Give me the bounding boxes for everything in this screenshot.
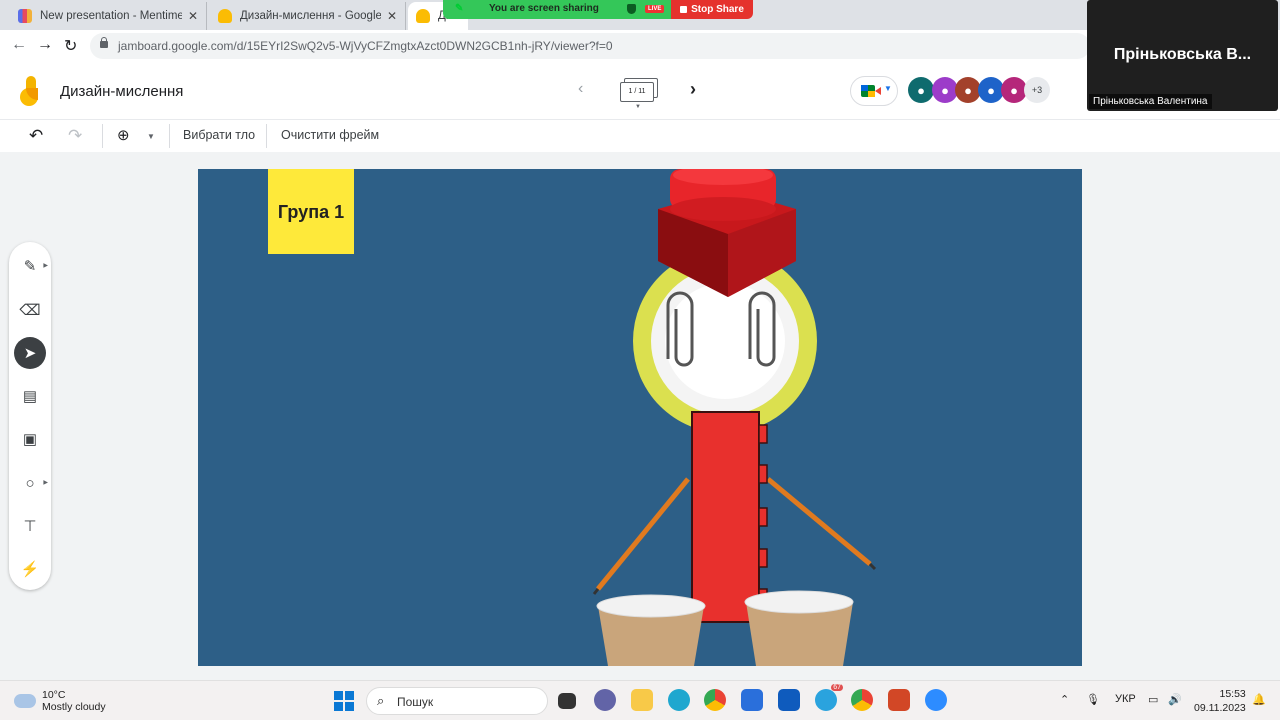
stop-icon (680, 6, 688, 13)
back-icon[interactable]: ← (11, 36, 27, 54)
next-frame-icon[interactable]: › (690, 79, 696, 100)
presenter-caption: Пріньковська Валентина (1089, 94, 1212, 109)
weather-description: Mostly cloudy (42, 701, 106, 713)
document-title[interactable]: Дизайн-мислення (60, 83, 183, 100)
powerpoint-icon[interactable] (888, 689, 910, 711)
paper-cup-left (596, 594, 706, 666)
paper-cup-right (744, 590, 854, 666)
pencil-left (596, 477, 690, 591)
mail-icon[interactable] (778, 689, 800, 711)
edge-icon[interactable] (668, 689, 690, 711)
presenter-video-tile[interactable]: Пріньковська В... Пріньковська Валентина (1087, 0, 1278, 111)
meet-button[interactable]: ▼ (850, 76, 898, 106)
frame-counter: 1 / 11 (620, 82, 654, 102)
tool-palette: ✎ ▶ ⌫ ➤ ▤ ▣ ○ ▶ ⊤ ⚡ (9, 242, 51, 590)
set-background-button[interactable]: Вибрати тло (183, 128, 255, 142)
chevron-down-icon[interactable]: ▼ (147, 132, 155, 141)
screen-share-banner: ✎ You are screen sharing LIVE Stop Share (443, 0, 753, 19)
weather-temperature: 10°C (42, 689, 66, 701)
task-view-icon[interactable] (558, 693, 576, 709)
presenter-name: Пріньковська В... (1113, 46, 1252, 63)
chrome-icon[interactable] (704, 689, 726, 711)
rhino-icon[interactable]: ● (908, 77, 934, 103)
chevron-down-icon: ▼ (635, 104, 641, 110)
pin-icon[interactable]: ✎ (455, 3, 463, 14)
tab-close-icon[interactable]: ✕ (387, 9, 397, 23)
weather-widget[interactable]: 10°C Mostly cloudy (11, 689, 106, 713)
file-explorer-icon[interactable] (631, 689, 653, 711)
tab-close-icon[interactable]: ✕ (188, 9, 198, 23)
network-icon[interactable]: ▭ (1148, 693, 1158, 706)
clock-time: 15:53 (1219, 688, 1246, 700)
search-icon: ⌕ (377, 693, 385, 708)
screen: New presentation - Mentimeter ✕ Дизайн-м… (0, 0, 1280, 720)
tab-jamboard[interactable]: Дизайн-мислення - Google Jam ✕ (210, 2, 406, 30)
select-icon[interactable]: ➤ (14, 337, 46, 369)
cloudy-weather-icon (11, 689, 36, 708)
mentimeter-favicon-icon (18, 9, 32, 23)
zoom-icon[interactable]: ⊕ (117, 126, 130, 144)
store-icon[interactable] (741, 689, 763, 711)
telegram-icon[interactable]: 67 (815, 684, 843, 711)
jamboard-logo-icon[interactable] (20, 76, 42, 106)
jamboard-canvas[interactable]: Група 1 (198, 169, 1082, 666)
chevron-down-icon: ▼ (884, 84, 892, 93)
url-text: jamboard.google.com/d/15EYrI2SwQ2v5-WjVy… (118, 39, 613, 53)
forward-icon[interactable]: → (37, 36, 53, 54)
stop-share-button[interactable]: Stop Share (671, 0, 753, 19)
undo-icon[interactable]: ↶ (29, 126, 43, 146)
pencil-right (766, 477, 872, 566)
clock-date: 09.11.2023 (1194, 702, 1246, 714)
notifications-icon[interactable]: 🔔 (1252, 693, 1266, 706)
sharing-status: ✎ You are screen sharing LIVE (443, 0, 671, 19)
clear-frame-button[interactable]: Очистити фрейм (281, 128, 379, 142)
windows-taskbar: 10°C Mostly cloudy ⌕ Пошук 67 ⌃ 🎙 УКР ▭ … (0, 680, 1280, 720)
robot-collage-image[interactable] (198, 169, 1082, 666)
chrome-profile-icon[interactable] (851, 689, 873, 711)
chevron-up-icon[interactable]: ⌃ (1060, 693, 1069, 706)
microphone-icon[interactable]: 🎙 (1086, 693, 1100, 706)
eraser-icon[interactable]: ⌫ (14, 294, 46, 326)
image-icon[interactable]: ▣ (14, 423, 46, 455)
zoom-icon[interactable] (925, 689, 947, 711)
tab-label: Дизайн-мислення - Google Jam (240, 10, 381, 22)
text-box-icon[interactable]: ⊤ (14, 510, 46, 542)
more-collaborators[interactable]: +3 (1024, 77, 1050, 103)
frame-bar-toggle[interactable]: 1 / 11 ▼ (620, 78, 658, 110)
sticky-note-icon[interactable]: ▤ (14, 380, 46, 412)
red-block-body (691, 411, 768, 623)
shield-icon (627, 4, 636, 14)
taskbar-search[interactable]: ⌕ Пошук (366, 687, 548, 715)
telegram-badge: 67 (831, 684, 843, 691)
tab-label: New presentation - Mentimeter (40, 10, 182, 22)
previous-frame-icon[interactable]: ‹ (578, 80, 583, 98)
redo-icon[interactable]: ↷ (68, 126, 82, 146)
pen-icon[interactable]: ✎ ▶ (14, 250, 48, 282)
lock-icon[interactable] (100, 37, 108, 48)
teams-chat-icon[interactable] (594, 689, 616, 711)
system-clock[interactable]: 15:53 09.11.2023 (1194, 687, 1246, 715)
reload-icon[interactable]: ↻ (64, 36, 77, 56)
search-placeholder: Пошук (397, 695, 434, 709)
volume-icon[interactable]: 🔊 (1168, 693, 1182, 706)
address-bar[interactable]: jamboard.google.com/d/15EYrI2SwQ2v5-WjVy… (90, 33, 1090, 59)
laser-icon[interactable]: ⚡ (14, 553, 46, 585)
tab-mentimeter[interactable]: New presentation - Mentimeter ✕ (10, 2, 207, 30)
circle-icon[interactable]: ○ ▶ (14, 467, 48, 499)
windows-start-icon[interactable] (334, 691, 354, 711)
jamboard-favicon-icon (416, 9, 430, 23)
jamboard-favicon-icon (218, 9, 232, 23)
meet-icon (861, 85, 875, 97)
stop-share-label: Stop Share (691, 4, 744, 15)
language-indicator[interactable]: УКР (1115, 693, 1136, 705)
sharing-status-text: You are screen sharing (489, 3, 599, 14)
edit-toolbar: ↶ ↷ ⊕ ▼ Вибрати тло Очистити фрейм (0, 120, 1280, 152)
live-badge: LIVE (645, 5, 665, 13)
